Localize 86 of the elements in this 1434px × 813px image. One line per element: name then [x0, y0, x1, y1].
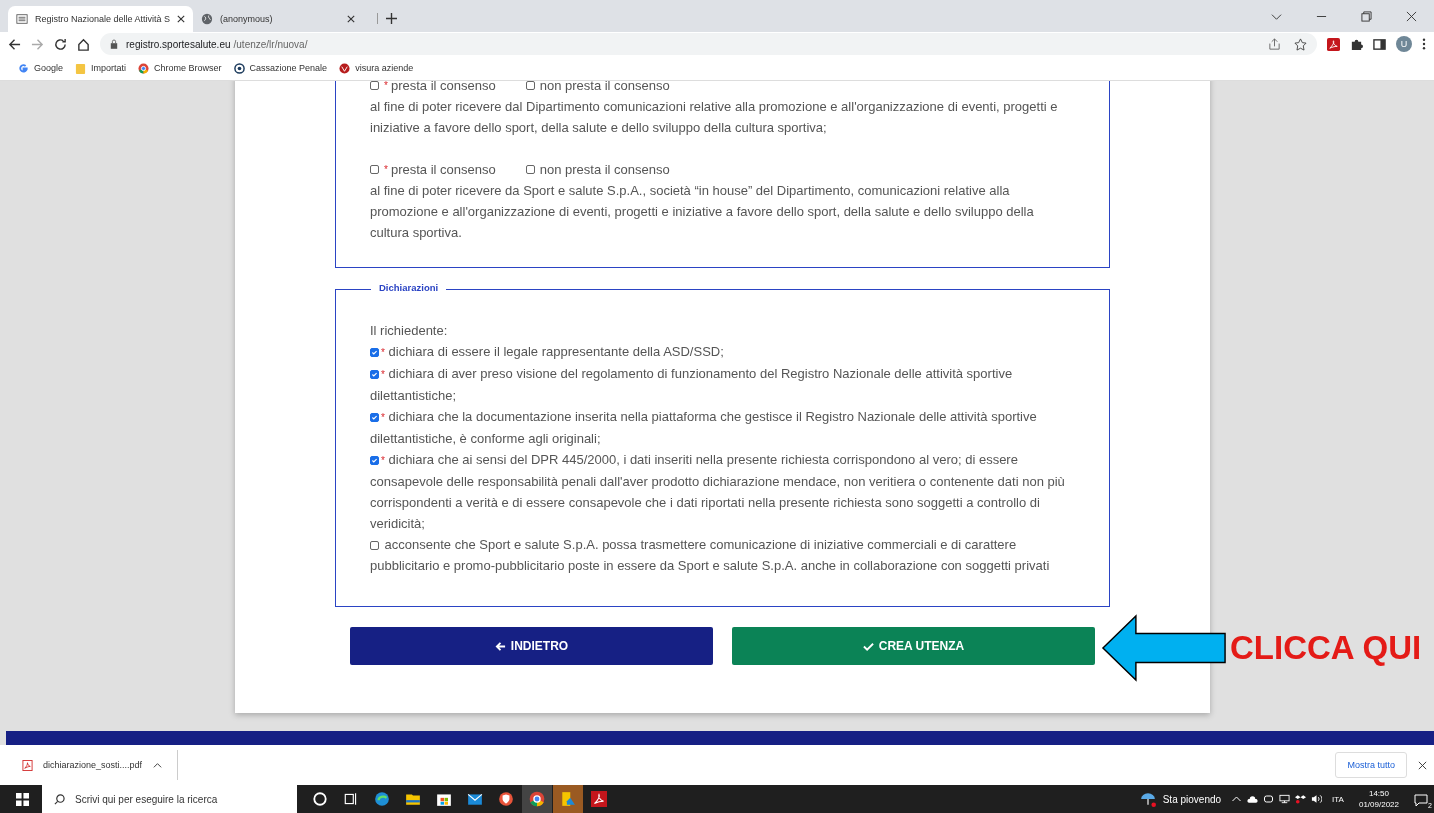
umbrella-icon — [1139, 791, 1156, 807]
folder-icon[interactable] — [405, 791, 421, 807]
bookmark[interactable]: Importati — [75, 62, 127, 74]
star-icon[interactable] — [1294, 37, 1307, 51]
dropbox-icon[interactable] — [1295, 794, 1307, 804]
show-all-button[interactable]: Mostra tutto — [1335, 752, 1407, 778]
intro-text: Il richiedente: — [370, 322, 449, 340]
checkbox[interactable] — [370, 456, 379, 466]
lock-icon — [110, 39, 118, 49]
side-panel-icon[interactable] — [1373, 37, 1386, 51]
address-bar[interactable]: registro.sportesalute.eu /utenze/lr/nuova/ — [100, 33, 1317, 55]
declaration-item[interactable]: * dichiara di essere il legale rappresentante della ASD/SSD; — [370, 341, 1075, 363]
download-item[interactable]: dichiarazione_sosti....pdf — [22, 750, 179, 780]
close-icon[interactable] — [177, 15, 186, 23]
cortana-icon[interactable] — [312, 791, 328, 807]
puzzle-icon[interactable] — [1350, 37, 1363, 51]
file-explorer-taskbar-icon[interactable] — [553, 785, 583, 813]
consent-option[interactable]: * presta il consenso — [370, 81, 496, 96]
checkbox[interactable] — [370, 370, 379, 380]
cloud-icon[interactable] — [1247, 794, 1259, 804]
declaration-item[interactable]: * dichiara che ai sensi del DPR 445/2000, i dati inseriti nella presente richiesta corrispondono al vero; di essere consapevole delle responsabilità penali dall'aver prodotto dichiarazione mendace, non veritiera o contenente dati non più corrispondenti a verità e di essere consapevole che i dati riportati nella presente richiesta sono soggetti a controllo di veridicità; — [370, 449, 1075, 534]
consent-text: al fine di poter ricevere dal Dipartimento comunicazioni relative alla promozione e all'organizzazione di eventi, progetti e iniziative a favore dello sport, della salute e dello sviluppo della cultura sportiva; — [370, 98, 1059, 137]
checkbox[interactable] — [370, 413, 379, 423]
profile-avatar[interactable]: U — [1396, 36, 1412, 52]
declaration-item[interactable]: * dichiara di aver preso visione del regolamento di funzionamento del Registro Nazionale delle attività sportive dilettantistiche; — [370, 363, 1075, 406]
weather-text[interactable]: Sta piovendo — [1162, 793, 1222, 805]
reload-icon[interactable] — [54, 37, 67, 51]
close-icon[interactable] — [347, 15, 356, 23]
new-tab-icon[interactable] — [377, 13, 398, 24]
restore-icon[interactable] — [1361, 11, 1372, 22]
menu-icon[interactable] — [1422, 38, 1426, 50]
edge-icon[interactable] — [374, 791, 390, 807]
pdf-extension-icon[interactable] — [1327, 37, 1340, 51]
mail-icon[interactable] — [467, 791, 483, 807]
checkmark-icon — [862, 640, 874, 652]
network-icon[interactable] — [1279, 794, 1291, 804]
bookmark[interactable]: Cassazione Penale — [233, 62, 328, 74]
checkbox[interactable] — [370, 348, 379, 358]
bookmark[interactable]: visura aziende — [339, 62, 414, 74]
chevron-down-icon[interactable] — [1271, 11, 1282, 22]
chrome-taskbar-icon[interactable] — [522, 785, 552, 813]
language-indicator[interactable]: ITA — [1332, 794, 1344, 804]
bookmark[interactable]: Google — [18, 62, 64, 74]
checkbox[interactable] — [525, 165, 535, 174]
close-icon[interactable] — [1417, 759, 1428, 771]
bookmark[interactable]: Chrome Browser — [138, 62, 222, 74]
pdf-reader-icon[interactable] — [591, 791, 607, 807]
checkbox[interactable] — [370, 541, 379, 551]
folder-icon — [75, 62, 87, 74]
globe-icon — [201, 13, 214, 25]
declaration-item[interactable]: acconsente che Sport e salute S.p.A. possa trasmettere comunicazione di iniziative commerciali e di carattere pubblicitario e promo-pubblicitario poste in essere da Sport e salute S.p.A. anche in collaborazione con soggetti privati — [370, 534, 1075, 576]
annotation-label: CLICCA QUI — [1230, 629, 1422, 667]
page-icon — [16, 13, 28, 25]
chrome-icon — [138, 62, 150, 74]
browser-tab[interactable]: (anonymous) — [193, 6, 364, 32]
pdf-icon — [22, 759, 33, 771]
browser-tab[interactable]: Registro Nazionale delle Attività S — [8, 6, 194, 32]
consent-text: al fine di poter ricevere da Sport e salute S.p.A., società “in house” del Dipartimento, comunicazioni relative alla promozione e all'organizzazione di eventi, progetti e iniziative a favore dello sport, della salute e dello sviluppo della cultura sportiva. — [370, 182, 1035, 242]
search-icon — [54, 793, 65, 805]
taskbar-search-field[interactable]: Scrivi qui per eseguire la ricerca — [42, 785, 297, 813]
chevron-up-icon[interactable] — [1231, 794, 1243, 804]
clock[interactable]: 14:50 01/09/2022 — [1358, 788, 1399, 810]
store-icon[interactable] — [436, 791, 452, 807]
consent-option[interactable]: non presta il consenso — [525, 159, 670, 180]
declaration-item[interactable]: * dichiara che la documentazione inserita nella piattaforma che gestisce il Registro Nazionale delle attività sportive dilettantistiche, è conforme agli originali; — [370, 406, 1075, 449]
consent-option[interactable]: * presta il consenso — [370, 159, 496, 180]
share-icon[interactable] — [1268, 37, 1281, 51]
checkbox[interactable] — [525, 81, 535, 90]
shield-icon[interactable] — [498, 791, 514, 807]
back-arrow-icon[interactable] — [8, 37, 21, 51]
meeting-icon[interactable] — [1263, 794, 1275, 804]
windows-start-icon[interactable] — [16, 792, 29, 806]
task-view-icon[interactable] — [343, 791, 359, 807]
create-user-button[interactable]: CREA UTENZA — [732, 627, 1095, 665]
arrow-left-icon — [494, 640, 506, 652]
close-icon[interactable] — [1406, 11, 1417, 22]
fieldset-legend: Dichiarazioni — [371, 282, 447, 293]
speaker-icon[interactable] — [1311, 794, 1323, 804]
back-button[interactable]: INDIETRO — [350, 627, 713, 665]
checkbox[interactable] — [370, 165, 379, 174]
emblem-icon — [339, 62, 351, 74]
consent-option[interactable]: non presta il consenso — [525, 81, 670, 96]
checkbox[interactable] — [370, 81, 379, 90]
home-icon[interactable] — [77, 37, 90, 51]
target-icon — [233, 62, 245, 74]
google-icon — [18, 62, 29, 74]
